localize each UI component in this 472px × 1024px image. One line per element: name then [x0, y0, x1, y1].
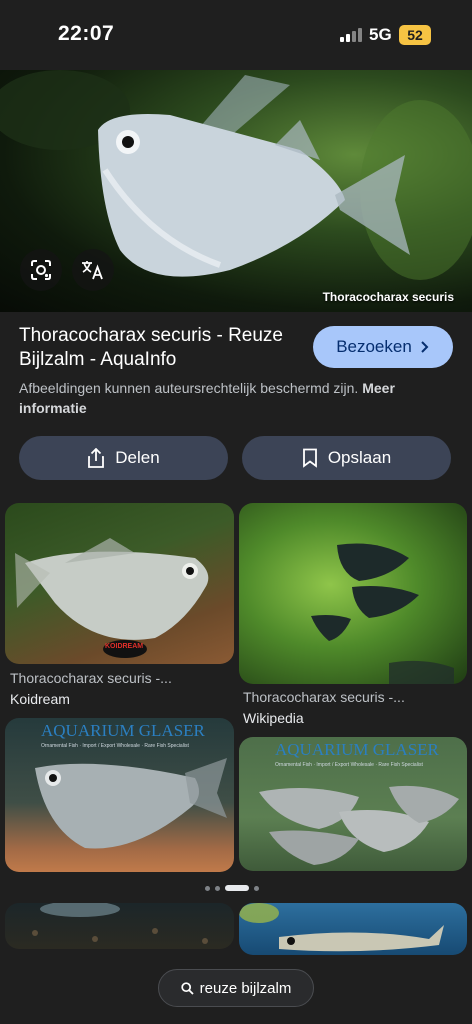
carousel-dot [205, 885, 210, 891]
translate-button[interactable] [72, 249, 114, 291]
visit-button-label: Bezoeken [336, 337, 412, 356]
search-icon [180, 981, 194, 995]
glaser-watermark: AQUARIUM GLASER [41, 721, 205, 740]
fish-school-photo [311, 543, 454, 684]
related-source-2: Wikipedia [243, 710, 304, 726]
copyright-notice: Afbeeldingen kunnen auteursrechtelijk be… [19, 378, 439, 418]
result-title[interactable]: Thoracocharax securis - Reuze Bijlzalm -… [19, 324, 299, 372]
carousel-indicator [205, 884, 259, 892]
related-title-2[interactable]: Thoracocharax securis -... [243, 689, 405, 705]
fish-photo [32, 903, 208, 944]
battery-icon: 52 [399, 25, 431, 45]
search-query-chip[interactable]: reuze bijlzalm [158, 969, 314, 1007]
hatchetfish-photo [0, 70, 472, 280]
fish-photo [239, 903, 444, 952]
share-button[interactable]: Delen [19, 436, 228, 480]
network-type: 5G [369, 25, 392, 44]
carousel-dot [254, 885, 259, 891]
carousel-dot [215, 885, 220, 891]
share-icon [88, 448, 105, 468]
search-query: reuze bijlzalm [199, 979, 292, 997]
lens-button[interactable] [20, 249, 62, 291]
related-image-1[interactable]: KOIDREAM [5, 503, 234, 664]
related-image-3[interactable]: AQUARIUM GLASER Ornamental Fish · Import… [5, 718, 234, 872]
fish-photo [35, 758, 227, 849]
glaser-subtitle: Ornamental Fish · Import / Export Wholes… [41, 743, 189, 749]
related-source-1: Koidream [10, 691, 70, 707]
related-image-4[interactable]: AQUARIUM GLASER Ornamental Fish · Import… [239, 737, 467, 871]
hero-image[interactable]: Thoracocharax securis [0, 70, 472, 312]
translate-icon [82, 261, 103, 280]
koidream-watermark: KOIDREAM [105, 643, 144, 650]
status-time: 22:07 [58, 22, 115, 45]
bookmark-icon [302, 448, 317, 468]
glaser-subtitle: Ornamental Fish · Import / Export Wholes… [275, 762, 423, 768]
chevron-right-icon [421, 341, 429, 353]
notice-text: Afbeeldingen kunnen auteursrechtelijk be… [19, 380, 359, 396]
signal-icon [340, 28, 364, 42]
save-label: Opslaan [327, 448, 392, 467]
status-bar: 22:07 5G 52 [0, 0, 472, 70]
related-image-2[interactable] [239, 503, 467, 684]
share-label: Delen [115, 448, 160, 467]
carousel-dot-active [225, 885, 249, 891]
related-title-1[interactable]: Thoracocharax securis -... [10, 670, 172, 686]
save-button[interactable]: Opslaan [242, 436, 451, 480]
fish-photo [15, 538, 209, 658]
glaser-watermark: AQUARIUM GLASER [275, 740, 439, 759]
related-image-6[interactable] [239, 903, 467, 955]
lens-icon [31, 260, 51, 280]
related-image-5[interactable] [5, 903, 234, 949]
image-caption: Thoracocharax securis [322, 290, 454, 304]
visit-button[interactable]: Bezoeken [313, 326, 453, 368]
